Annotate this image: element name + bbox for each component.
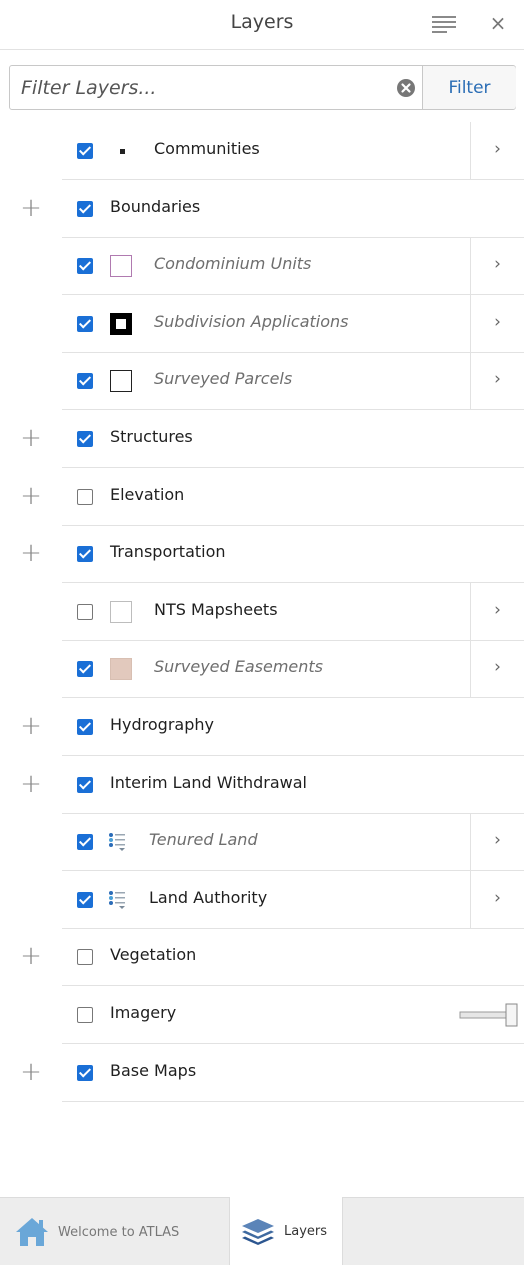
layer-details-button[interactable]: › — [470, 122, 524, 179]
chevron-right-icon: › — [494, 600, 501, 620]
tab-welcome-label: Welcome to ATLAS — [58, 1224, 180, 1240]
expand-icon[interactable]: + — [16, 941, 46, 971]
panel-header: Layers × — [0, 0, 524, 50]
chevron-right-icon: › — [494, 369, 501, 389]
layer-row-imagery[interactable]: Imagery — [0, 986, 524, 1044]
layer-label: Communities — [154, 139, 260, 158]
legend-list-icon — [109, 833, 125, 851]
layers-icon — [242, 1218, 274, 1245]
layer-checkbox[interactable] — [77, 719, 93, 735]
point-symbol-icon — [120, 149, 125, 154]
layer-row-surveyed-easements[interactable]: Surveyed Easements › — [0, 640, 524, 698]
layer-checkbox[interactable] — [77, 431, 93, 447]
layer-details-button[interactable]: › — [470, 583, 524, 640]
tab-welcome[interactable]: Welcome to ATLAS — [14, 1198, 229, 1265]
layer-checkbox[interactable] — [77, 143, 93, 159]
layer-row-vegetation[interactable]: + Vegetation — [0, 928, 524, 986]
layer-row-condominium-units[interactable]: Condominium Units › — [0, 237, 524, 295]
layer-checkbox[interactable] — [77, 834, 93, 850]
expand-icon[interactable]: + — [16, 711, 46, 741]
layer-details-button[interactable]: › — [470, 640, 524, 697]
layer-details-button[interactable]: › — [470, 237, 524, 294]
layer-row-nts-mapsheets[interactable]: NTS Mapsheets › — [0, 583, 524, 641]
layer-label: Surveyed Parcels — [154, 369, 293, 388]
layer-label: Land Authority — [149, 888, 268, 907]
layer-label: Boundaries — [110, 197, 201, 216]
legend-list-icon — [109, 891, 125, 909]
polygon-symbol-icon — [110, 313, 132, 335]
layer-checkbox[interactable] — [77, 892, 93, 908]
expand-icon[interactable]: + — [16, 423, 46, 453]
chevron-right-icon: › — [494, 830, 501, 850]
expand-icon[interactable]: + — [16, 1057, 46, 1087]
expand-icon[interactable]: + — [16, 193, 46, 223]
layer-label: Elevation — [110, 485, 185, 504]
layer-row-elevation[interactable]: + Elevation — [0, 468, 524, 526]
layer-checkbox[interactable] — [77, 777, 93, 793]
filter-input[interactable] — [10, 66, 390, 109]
polygon-symbol-icon — [110, 658, 132, 680]
layer-label: Base Maps — [110, 1061, 197, 1080]
layer-label: Hydrography — [110, 715, 214, 734]
layer-details-button[interactable]: › — [470, 813, 524, 870]
layer-label: Structures — [110, 427, 193, 446]
polygon-symbol-icon — [110, 255, 132, 277]
layer-label: Tenured Land — [149, 830, 258, 849]
chevron-right-icon: › — [494, 888, 501, 908]
polygon-symbol-icon — [110, 370, 132, 392]
layer-row-communities[interactable]: Communities › — [0, 122, 524, 180]
chevron-right-icon: › — [494, 139, 501, 159]
layer-details-button[interactable]: › — [470, 352, 524, 409]
layer-label: Interim Land Withdrawal — [110, 773, 307, 792]
layer-checkbox[interactable] — [77, 546, 93, 562]
chevron-right-icon: › — [494, 254, 501, 274]
clear-circle-icon[interactable] — [396, 78, 416, 98]
layer-checkbox[interactable] — [77, 1007, 93, 1023]
chevron-right-icon: › — [494, 657, 501, 677]
layer-row-tenured-land[interactable]: Tenured Land › — [0, 813, 524, 871]
row-divider — [62, 1101, 524, 1102]
layer-checkbox[interactable] — [77, 201, 93, 217]
close-icon[interactable]: × — [487, 9, 509, 37]
layer-checkbox[interactable] — [77, 258, 93, 274]
layer-details-button[interactable]: › — [470, 871, 524, 928]
expand-icon[interactable]: + — [16, 481, 46, 511]
layer-row-subdivision-applications[interactable]: Subdivision Applications › — [0, 295, 524, 353]
layer-row-interim-land-withdrawal[interactable]: + Interim Land Withdrawal — [0, 756, 524, 814]
layer-label: Transportation — [110, 542, 226, 561]
layer-label: Surveyed Easements — [154, 657, 324, 676]
layer-row-structures[interactable]: + Structures — [0, 410, 524, 468]
polygon-symbol-icon — [110, 601, 132, 623]
filter-bar: Filter — [9, 65, 516, 110]
layer-details-button[interactable]: › — [470, 295, 524, 352]
layer-label: Subdivision Applications — [154, 312, 349, 331]
layer-row-hydrography[interactable]: + Hydrography — [0, 698, 524, 756]
layer-row-surveyed-parcels[interactable]: Surveyed Parcels › — [0, 352, 524, 410]
layer-checkbox[interactable] — [77, 661, 93, 677]
layer-row-boundaries[interactable]: + Boundaries — [0, 180, 524, 238]
tab-layers[interactable]: Layers — [229, 1197, 343, 1265]
layer-checkbox[interactable] — [77, 489, 93, 505]
layer-checkbox[interactable] — [77, 1065, 93, 1081]
list-icon[interactable] — [432, 14, 456, 34]
layer-checkbox[interactable] — [77, 604, 93, 620]
layer-row-land-authority[interactable]: Land Authority › — [0, 871, 524, 929]
layer-label: Vegetation — [110, 945, 197, 964]
layer-checkbox[interactable] — [77, 373, 93, 389]
layer-row-transportation[interactable]: + Transportation — [0, 525, 524, 583]
layer-label: NTS Mapsheets — [154, 600, 278, 619]
expand-icon[interactable]: + — [16, 538, 46, 568]
layer-checkbox[interactable] — [77, 316, 93, 332]
chevron-right-icon: › — [494, 312, 501, 332]
layer-row-base-maps[interactable]: + Base Maps — [0, 1044, 524, 1102]
expand-icon[interactable]: + — [16, 769, 46, 799]
home-icon — [16, 1218, 48, 1246]
filter-button[interactable]: Filter — [422, 66, 516, 109]
tab-bar: Welcome to ATLAS Layers — [0, 1197, 524, 1265]
tab-layers-label: Layers — [284, 1224, 328, 1239]
layer-checkbox[interactable] — [77, 949, 93, 965]
layer-label: Imagery — [110, 1003, 177, 1022]
opacity-slider[interactable] — [458, 1003, 520, 1027]
layer-label: Condominium Units — [154, 254, 312, 273]
